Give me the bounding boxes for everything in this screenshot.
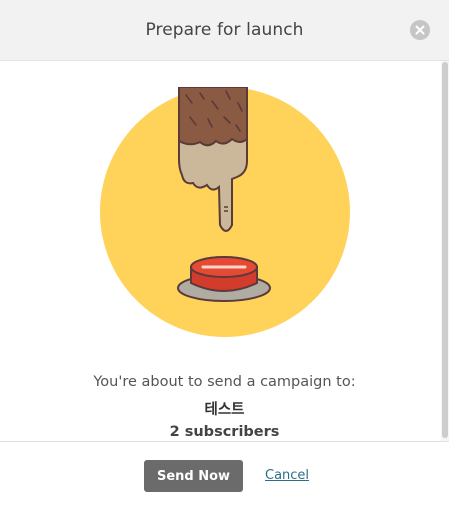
modal-title: Prepare for launch (145, 20, 304, 40)
modal-header: Prepare for launch (0, 0, 449, 61)
launch-illustration (100, 87, 350, 337)
modal-body: You're about to send a campaign to: 테스트 … (0, 61, 449, 441)
launch-modal: Prepare for launch You're about to send … (0, 0, 449, 510)
scrollbar-thumb[interactable] (442, 62, 448, 438)
cancel-link[interactable]: Cancel (265, 468, 309, 483)
send-message: You're about to send a campaign to: (93, 374, 356, 390)
close-icon[interactable] (410, 20, 430, 40)
send-now-button[interactable]: Send Now (144, 460, 243, 492)
list-name: 테스트 (204, 402, 245, 418)
subscriber-count: 2 subscribers (169, 424, 280, 440)
modal-footer: Send Now Cancel (0, 441, 449, 510)
